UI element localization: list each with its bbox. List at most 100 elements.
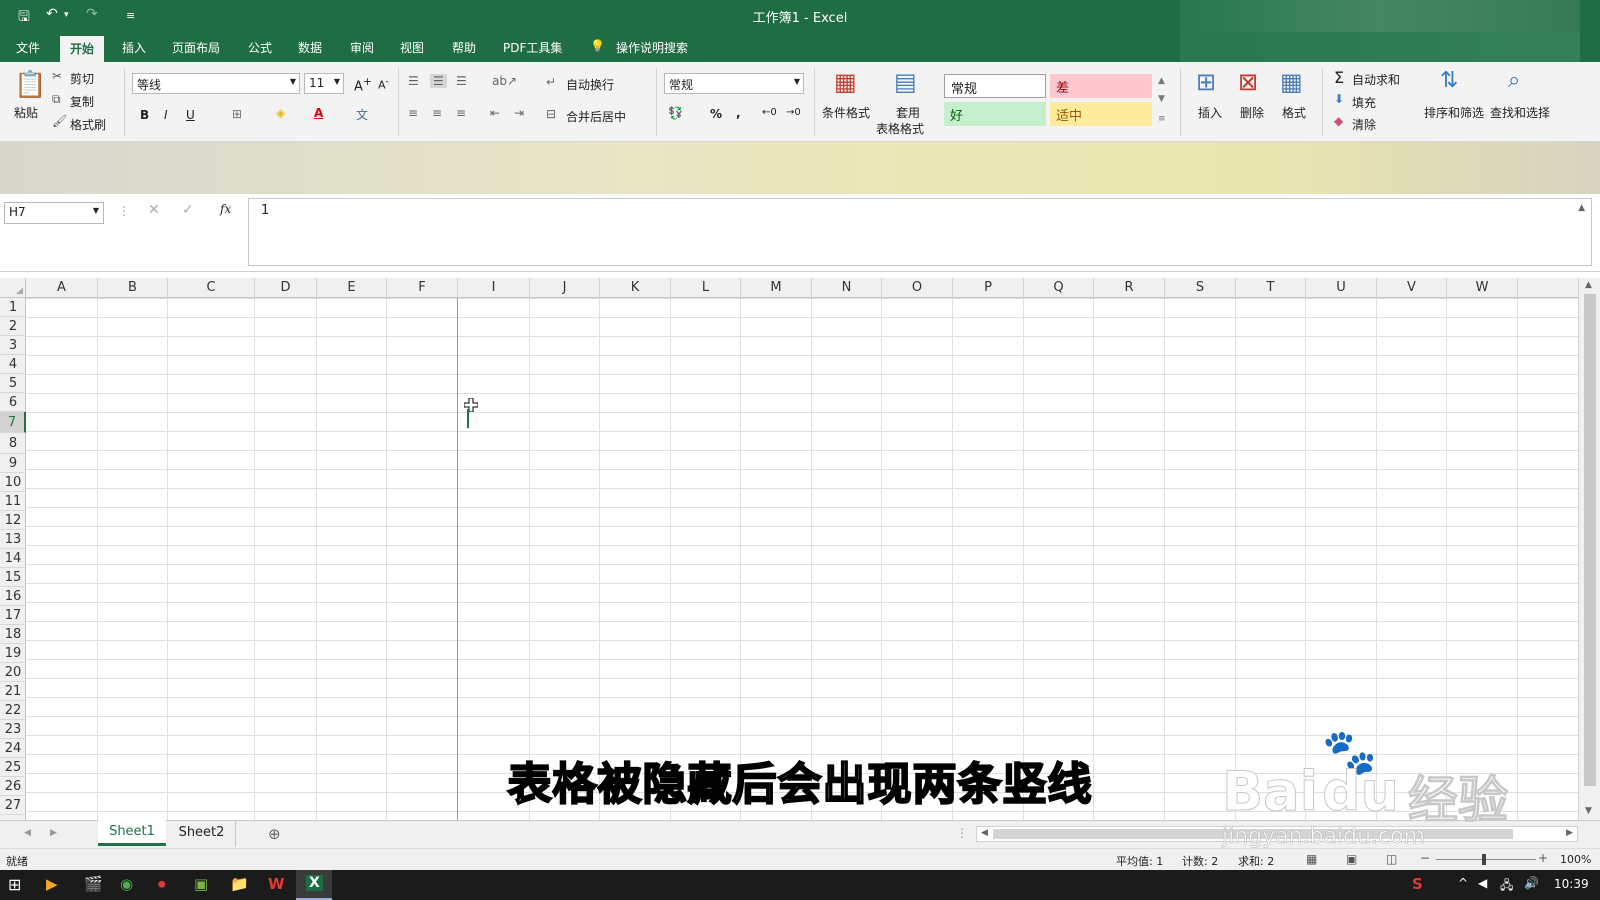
tab-sheet2[interactable]: Sheet2 xyxy=(168,821,236,847)
row-header-7[interactable]: 7 xyxy=(0,412,26,433)
tell-me-search[interactable]: 操作说明搜索 xyxy=(616,39,688,56)
increase-font-icon[interactable]: A+ xyxy=(354,75,372,94)
decrease-font-icon[interactable]: A- xyxy=(378,76,389,92)
page-break-view-icon[interactable]: ◫ xyxy=(1386,852,1397,866)
menu-pdf-tools[interactable]: PDF工具集 xyxy=(503,39,562,56)
align-right-icon[interactable]: ≡ xyxy=(456,106,466,120)
row-header-23[interactable]: 23 xyxy=(0,720,26,739)
menu-help[interactable]: 帮助 xyxy=(452,39,476,56)
column-header-a[interactable]: A xyxy=(26,278,98,298)
column-header-p[interactable]: P xyxy=(953,278,1024,298)
column-header-l[interactable]: L xyxy=(671,278,741,298)
merge-center-button[interactable]: 合并后居中 xyxy=(566,108,626,125)
borders-icon[interactable]: ⊞ xyxy=(232,107,242,121)
scroll-left-icon[interactable]: ◀ xyxy=(981,828,988,838)
styles-scroll-down-icon[interactable]: ▼ xyxy=(1158,94,1165,104)
align-bottom-icon[interactable]: ☰ xyxy=(456,74,467,88)
column-header-m[interactable]: M xyxy=(741,278,812,298)
conditional-format-button[interactable]: 条件格式 xyxy=(822,104,870,121)
column-header-s[interactable]: S xyxy=(1165,278,1236,298)
clear-button[interactable]: 清除 xyxy=(1352,116,1376,133)
paste-button[interactable]: 粘贴 xyxy=(14,104,38,121)
column-header-i[interactable]: I xyxy=(458,278,530,298)
row-header-5[interactable]: 5 xyxy=(0,374,26,393)
row-header-6[interactable]: 6 xyxy=(0,393,26,412)
font-name-select[interactable]: 等线 ▼ xyxy=(132,73,300,94)
column-header-o[interactable]: O xyxy=(882,278,953,298)
insert-cells-button[interactable]: 插入 xyxy=(1198,104,1222,121)
row-header-2[interactable]: 2 xyxy=(0,317,26,336)
split-handle-icon[interactable]: ⋮ xyxy=(956,826,968,840)
cut-button[interactable]: 剪切 xyxy=(70,70,94,87)
column-header-q[interactable]: Q xyxy=(1024,278,1094,298)
comma-icon[interactable]: , xyxy=(736,106,741,120)
style-bad[interactable]: 差 xyxy=(1050,74,1152,98)
bold-button[interactable]: B xyxy=(140,108,149,122)
tab-scroll-left-icon[interactable]: ◀ xyxy=(24,828,31,838)
decrease-indent-icon[interactable]: ⇤ xyxy=(490,106,500,120)
style-normal[interactable]: 常规 xyxy=(944,74,1046,98)
styles-scroll-up-icon[interactable]: ▲ xyxy=(1158,76,1165,86)
row-header-22[interactable]: 22 xyxy=(0,701,26,720)
column-header-r[interactable]: R xyxy=(1094,278,1165,298)
menu-home[interactable]: 开始 xyxy=(60,36,105,62)
row-header-19[interactable]: 19 xyxy=(0,644,26,663)
align-left-icon[interactable]: ≡ xyxy=(408,106,418,120)
cancel-icon[interactable]: ✕ xyxy=(148,202,160,218)
network-icon[interactable]: 🖧 xyxy=(1500,876,1513,897)
row-header-17[interactable]: 17 xyxy=(0,606,26,625)
wps-icon[interactable]: W xyxy=(268,875,285,893)
align-center-icon[interactable]: ≡ xyxy=(432,106,442,120)
row-header-12[interactable]: 12 xyxy=(0,511,26,530)
row-header-10[interactable]: 10 xyxy=(0,473,26,492)
record-icon[interactable]: ⏺ xyxy=(158,875,166,893)
column-header-w[interactable]: W xyxy=(1447,278,1518,298)
orientation-icon[interactable]: ab↗ xyxy=(492,74,517,88)
excel-taskbar-item[interactable]: X xyxy=(296,870,332,900)
tray-icon[interactable]: ◀ xyxy=(1478,876,1487,890)
scroll-thumb[interactable] xyxy=(1584,294,1596,786)
format-cells-button[interactable]: 格式 xyxy=(1282,104,1306,121)
row-header-4[interactable]: 4 xyxy=(0,355,26,374)
column-header-j[interactable]: J xyxy=(530,278,600,298)
row-header-13[interactable]: 13 xyxy=(0,530,26,549)
decrease-decimal-icon[interactable]: →0 xyxy=(786,107,801,118)
row-header-3[interactable]: 3 xyxy=(0,336,26,355)
row-header-1[interactable]: 1 xyxy=(0,298,26,317)
font-color-icon[interactable]: A xyxy=(314,106,323,120)
windows-start-icon[interactable]: ⊞ xyxy=(8,875,21,894)
volume-icon[interactable]: 🔊 xyxy=(1524,876,1539,890)
column-header-f[interactable]: F xyxy=(387,278,458,298)
menu-file[interactable]: 文件 xyxy=(16,39,40,56)
column-header-b[interactable]: B xyxy=(98,278,168,298)
row-header-16[interactable]: 16 xyxy=(0,587,26,606)
autosum-button[interactable]: 自动求和 xyxy=(1352,71,1400,88)
row-header-18[interactable]: 18 xyxy=(0,625,26,644)
fill-color-icon[interactable]: ◈ xyxy=(276,106,285,120)
drag-handle-icon[interactable]: ⋮ xyxy=(118,204,130,218)
menu-formulas[interactable]: 公式 xyxy=(248,39,272,56)
menu-view[interactable]: 视图 xyxy=(400,39,424,56)
scroll-right-icon[interactable]: ▶ xyxy=(1566,828,1573,838)
confirm-icon[interactable]: ✓ xyxy=(182,202,194,218)
format-painter-button[interactable]: 格式刷 xyxy=(70,116,106,133)
phonetic-icon[interactable]: 文 xyxy=(356,106,368,123)
row-header-15[interactable]: 15 xyxy=(0,568,26,587)
number-format-select[interactable]: 常规 ▼ xyxy=(664,73,804,94)
align-top-icon[interactable]: ☰ xyxy=(408,74,419,88)
row-header-8[interactable]: 8 xyxy=(0,433,26,454)
scroll-up-icon[interactable]: ▲ xyxy=(1585,280,1592,290)
tab-scroll-right-icon[interactable]: ▶ xyxy=(50,828,57,838)
increase-decimal-icon[interactable]: ←0 xyxy=(762,107,777,118)
copy-button[interactable]: 复制 xyxy=(70,93,94,110)
collapse-formula-icon[interactable]: ▲ xyxy=(1578,203,1585,213)
percent-icon[interactable]: % xyxy=(710,107,722,121)
wrap-text-button[interactable]: 自动换行 xyxy=(566,76,614,93)
menu-page-layout[interactable]: 页面布局 xyxy=(172,39,220,56)
column-header-e[interactable]: E xyxy=(317,278,387,298)
tab-sheet1[interactable]: Sheet1 xyxy=(98,820,166,846)
fill-button[interactable]: 填充 xyxy=(1352,94,1376,111)
column-header-v[interactable]: V xyxy=(1377,278,1447,298)
media-player-icon[interactable]: ▶ xyxy=(46,875,58,893)
sort-filter-button[interactable]: 排序和筛选 xyxy=(1424,104,1484,121)
